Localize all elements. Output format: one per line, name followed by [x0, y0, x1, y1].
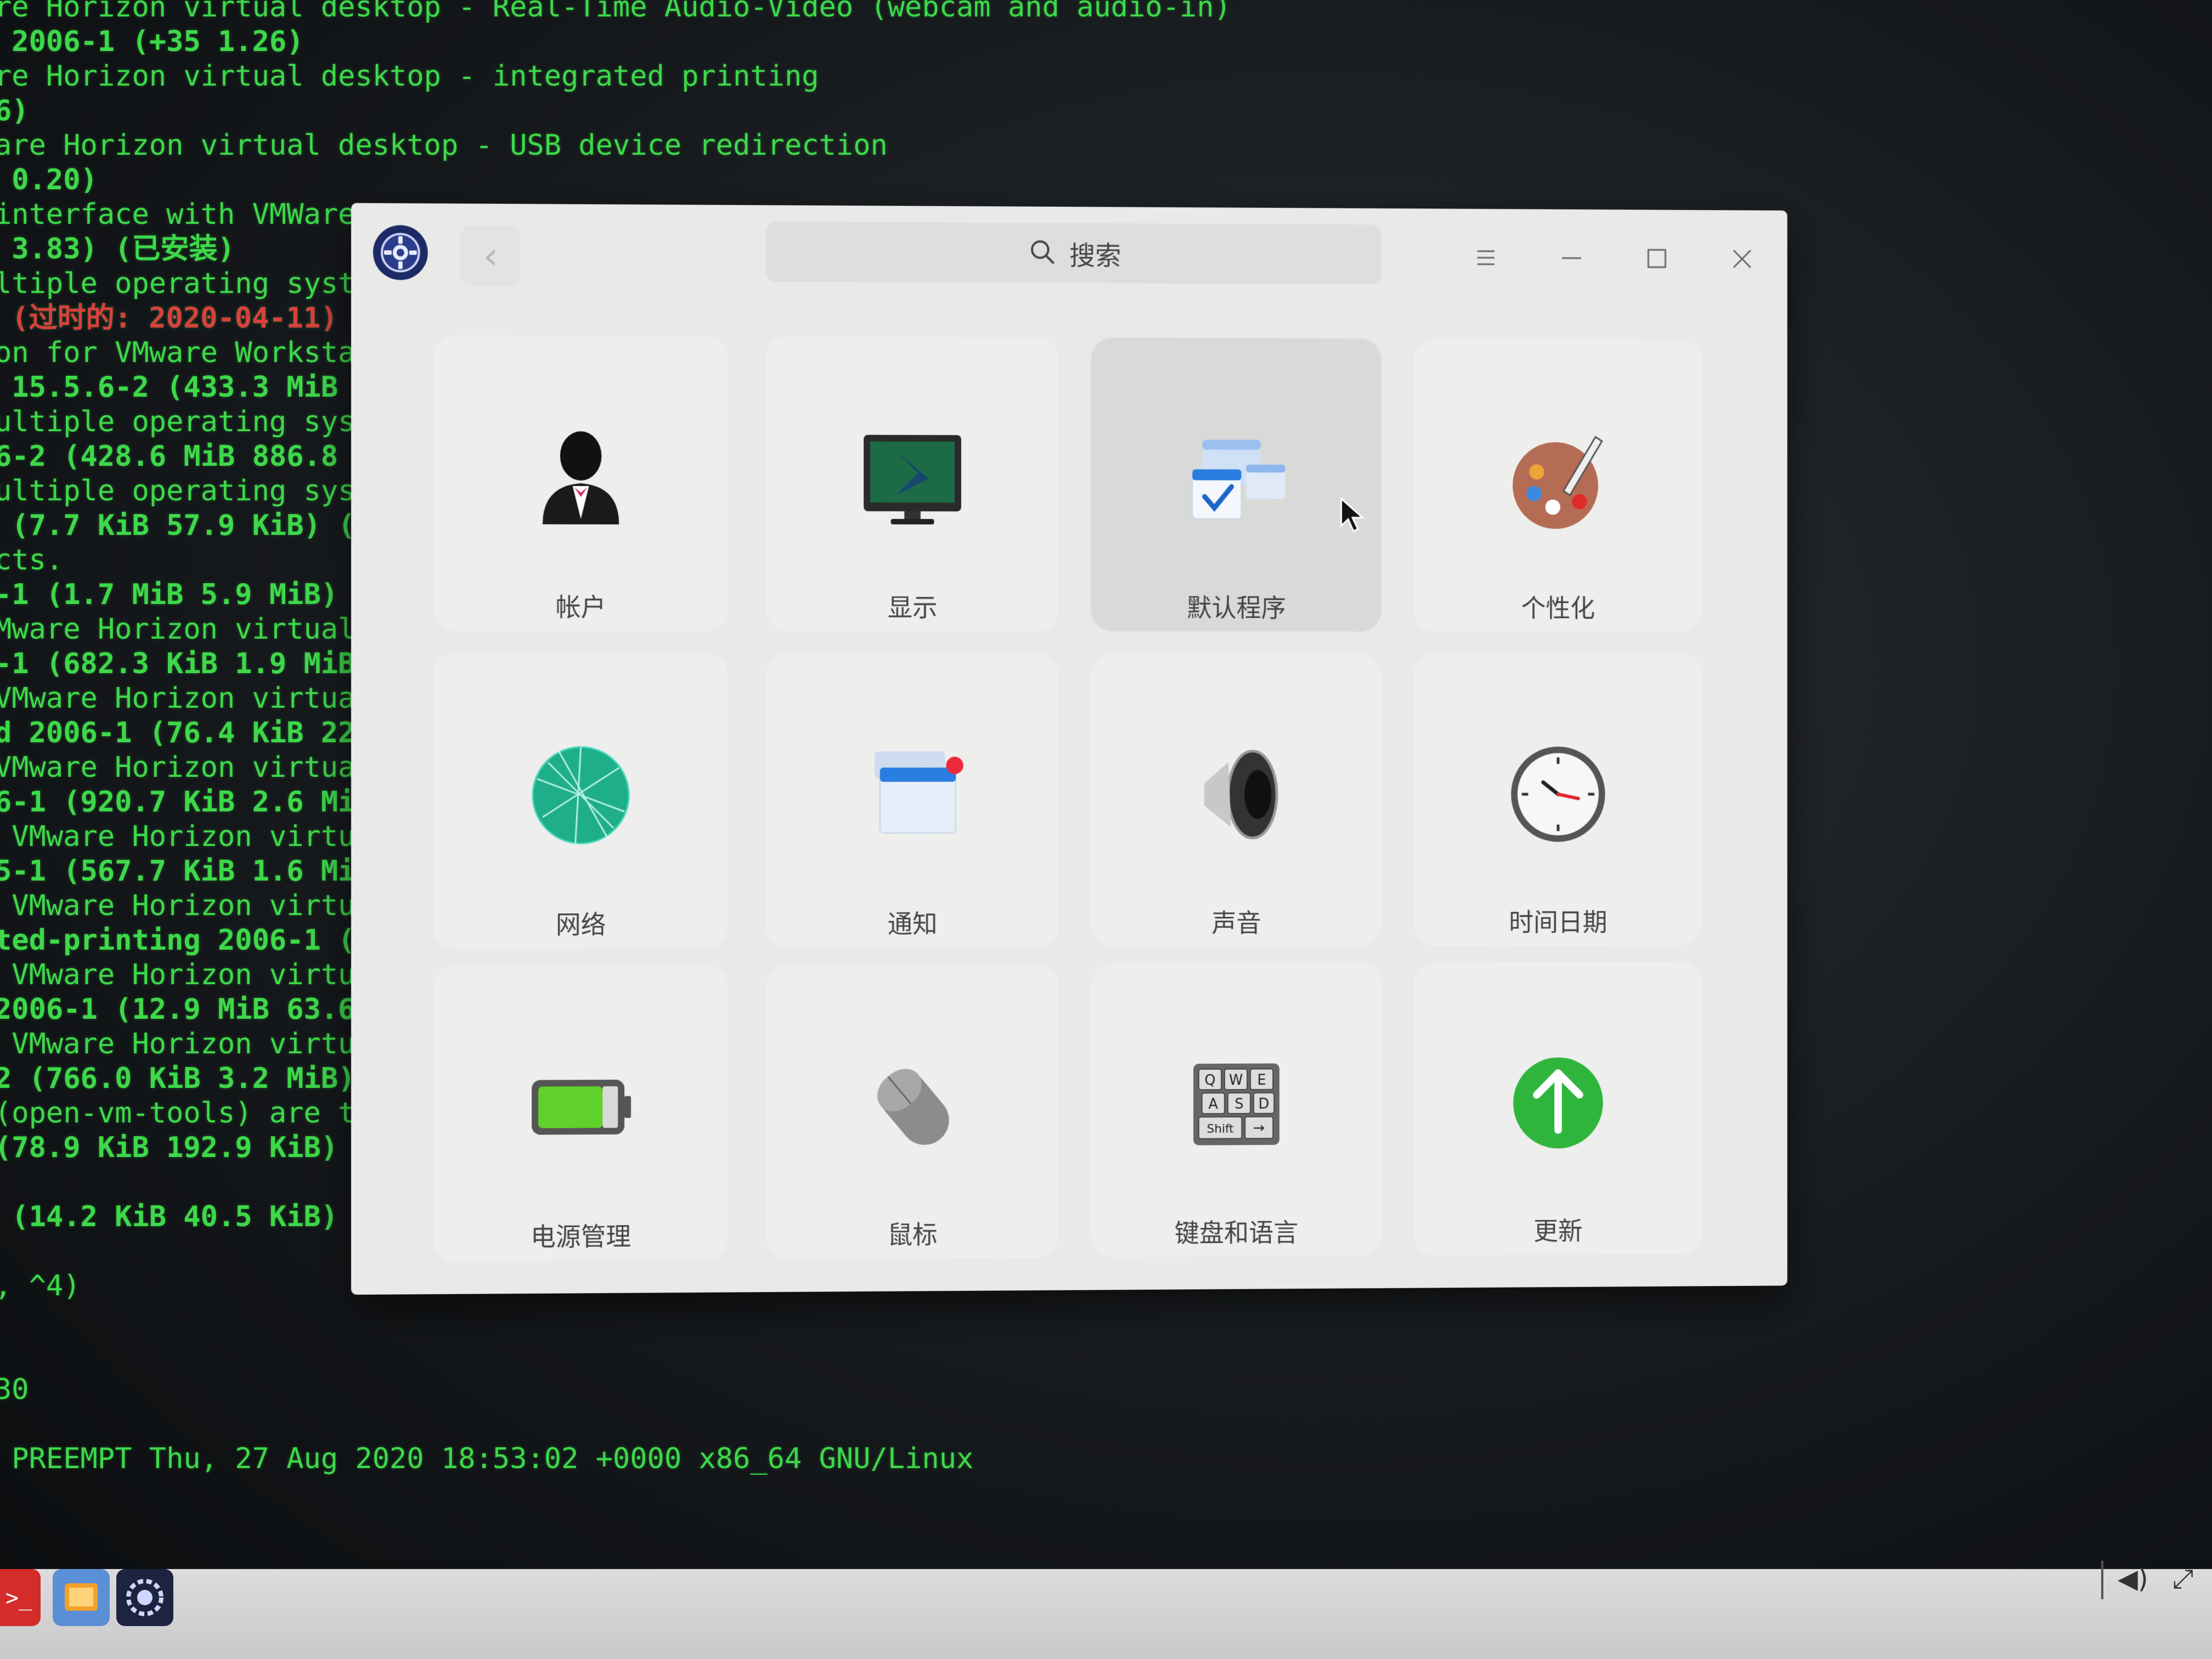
- search-input[interactable]: 搜索: [766, 221, 1382, 285]
- svg-text:Q: Q: [1205, 1073, 1216, 1089]
- default-apps-icon: [1183, 425, 1290, 534]
- terminal-line: VMware Horizon virtual d: [0, 682, 407, 715]
- search-label: 搜索: [1069, 240, 1121, 272]
- terminal-line: cts.: [0, 544, 64, 577]
- svg-text:S: S: [1235, 1096, 1244, 1113]
- network-icon[interactable]: ⤢: [2172, 1564, 2193, 1595]
- tile-keyboard[interactable]: QWE ASD Shift → 键盘和语言: [1091, 962, 1382, 1257]
- svg-text:E: E: [1257, 1072, 1266, 1088]
- settings-gear-icon: [373, 225, 428, 280]
- tray-separator: [2101, 1561, 2103, 1599]
- volume-icon[interactable]: ◀): [2118, 1564, 2148, 1594]
- terminal-line: 15.5.6-2 (433.3 MiB 8: [0, 371, 373, 404]
- terminal-line: 6-1 (920.7 KiB 2.6 MiB): [0, 786, 390, 819]
- user-account-icon: [526, 423, 635, 533]
- terminal-line: ultiple operating syst: [0, 405, 373, 438]
- clock-icon: [1505, 740, 1612, 849]
- settings-app-icon[interactable]: [116, 1569, 173, 1626]
- mouse-icon: [858, 1051, 967, 1161]
- maximize-button[interactable]: [1628, 232, 1686, 286]
- terminal-line: (7.7 KiB 57.9 KiB) (已: [0, 509, 384, 542]
- tile-power[interactable]: 电源管理: [433, 964, 728, 1262]
- terminal-app-icon[interactable]: >_: [0, 1569, 41, 1626]
- monitor-icon: [858, 424, 967, 533]
- svg-text:A: A: [1209, 1096, 1218, 1113]
- terminal-line: PREEMPT Thu, 27 Aug 2020 18:53:02 +0000 …: [0, 1442, 974, 1475]
- tile-label: 时间日期: [1509, 907, 1607, 937]
- terminal-line: re Horizon virtual desktop - Real-Time A…: [0, 0, 1232, 24]
- svg-text:Shift: Shift: [1207, 1122, 1234, 1136]
- tile-label: 鼠标: [887, 1220, 938, 1250]
- tile-label: 电源管理: [531, 1221, 631, 1252]
- settings-window: ‹ 搜索 帐户 显示 默认程序 个性化 网络 通知 声音 时间日期 电源管理 鼠…: [351, 203, 1787, 1295]
- update-arrow-icon: [1505, 1048, 1612, 1157]
- tile-mouse[interactable]: 鼠标: [766, 963, 1059, 1260]
- file-manager-app-icon[interactable]: [53, 1569, 110, 1626]
- terminal-line: interface with VMWare: [0, 198, 356, 231]
- terminal-line: VMware Horizon virtual d: [0, 751, 407, 784]
- terminal-line: d 2006-1 (76.4 KiB 222.0: [0, 716, 407, 749]
- maximize-icon: [1647, 248, 1667, 269]
- tile-label: 个性化: [1521, 593, 1595, 623]
- search-icon: [1028, 238, 1056, 268]
- tile-default-apps[interactable]: 默认程序: [1091, 337, 1382, 632]
- svg-text:>_: >_: [5, 1585, 32, 1611]
- menu-button[interactable]: [1457, 230, 1515, 285]
- terminal-line: are Horizon virtual desktop - USB device…: [0, 129, 888, 162]
- terminal-line: -1 (682.3 KiB 1.9 MiB): [0, 647, 373, 680]
- terminal-line: Mware Horizon virtual d: [0, 613, 390, 646]
- tile-label: 帐户: [555, 592, 606, 622]
- terminal-line: 2 (766.0 KiB 3.2 MiB): [0, 1062, 356, 1095]
- back-button[interactable]: ‹: [460, 225, 521, 286]
- chevron-left-icon: ‹: [483, 233, 499, 279]
- close-icon: [1731, 248, 1753, 270]
- tile-sound[interactable]: 声音: [1091, 653, 1382, 947]
- tile-label: 声音: [1211, 908, 1261, 938]
- network-globe-icon: [526, 741, 635, 850]
- taskbar: [0, 1569, 2212, 1659]
- svg-text:W: W: [1229, 1072, 1243, 1088]
- tile-update[interactable]: 更新: [1413, 961, 1702, 1256]
- tile-label: 更新: [1533, 1216, 1583, 1246]
- tile-datetime[interactable]: 时间日期: [1413, 653, 1702, 946]
- speaker-icon: [1183, 740, 1290, 849]
- svg-text:→: →: [1253, 1120, 1265, 1136]
- terminal-line: 5-1 (567.7 KiB 1.6 MiB): [0, 855, 390, 888]
- terminal-line: (过时的: 2020-04-11): [0, 302, 338, 335]
- terminal-line: , ^4): [0, 1269, 81, 1302]
- tile-notifications[interactable]: 通知: [766, 653, 1059, 948]
- tile-accounts[interactable]: 帐户: [433, 335, 728, 631]
- palette-icon: [1505, 426, 1612, 534]
- mouse-cursor-icon: [1339, 496, 1371, 536]
- terminal-line: ltiple operating syst: [0, 267, 356, 300]
- minimize-icon: [1561, 255, 1582, 261]
- svg-text:D: D: [1259, 1096, 1269, 1113]
- tile-label: 显示: [887, 592, 938, 622]
- tile-personalization[interactable]: 个性化: [1413, 338, 1702, 632]
- battery-icon: [526, 1052, 635, 1162]
- terminal-line: -1 (1.7 MiB 5.9 MiB): [0, 578, 338, 611]
- tile-label: 默认程序: [1187, 592, 1286, 623]
- title-bar: ‹ 搜索: [351, 203, 1787, 335]
- tile-label: 网络: [555, 909, 606, 940]
- minimize-button[interactable]: [1542, 231, 1601, 285]
- close-button[interactable]: [1713, 232, 1771, 286]
- terminal-line: 6): [0, 94, 29, 127]
- tile-label: 通知: [887, 909, 938, 939]
- terminal-line: ultiple operating syst: [0, 475, 373, 507]
- keyboard-icon: QWE ASD Shift →: [1183, 1050, 1290, 1159]
- tile-network[interactable]: 网络: [433, 653, 728, 949]
- terminal-line: 2006-1 (+35 1.26): [0, 25, 304, 58]
- terminal-line: 3.83) (已安装): [0, 233, 235, 266]
- terminal-line: 6-2 (428.6 MiB 886.8 M: [0, 440, 373, 473]
- tile-label: 键盘和语言: [1174, 1217, 1299, 1248]
- terminal-line: 30: [0, 1373, 29, 1406]
- tile-display[interactable]: 显示: [766, 336, 1059, 631]
- terminal-line: 0.20): [0, 163, 98, 196]
- notification-icon: [858, 740, 967, 849]
- terminal-line: re Horizon virtual desktop - integrated …: [0, 60, 819, 93]
- menu-icon: [1475, 249, 1497, 267]
- terminal-line: on for VMware Workstat: [0, 336, 373, 369]
